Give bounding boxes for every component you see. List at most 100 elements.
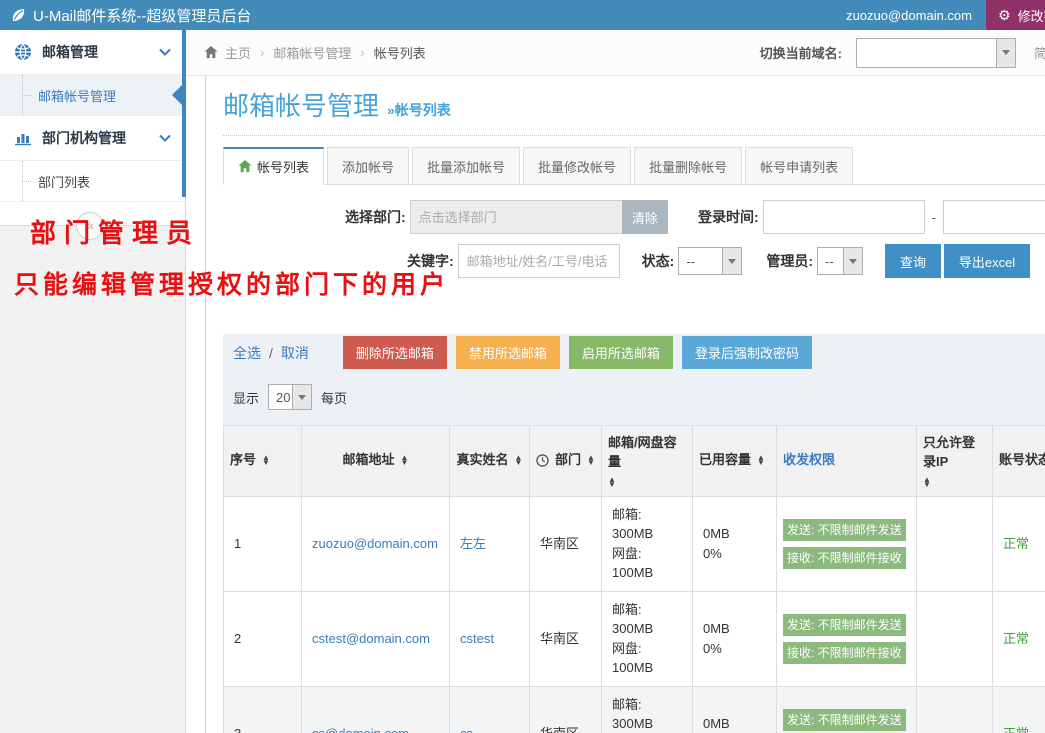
header-content: 邮箱地址▲▼ bbox=[308, 451, 443, 470]
admin-select[interactable]: -- bbox=[817, 247, 863, 275]
sidebar-menu: 邮箱管理邮箱帐号管理部门机构管理部门列表 bbox=[0, 30, 185, 202]
realname-link[interactable]: cstest bbox=[460, 631, 494, 646]
tab-bar: 帐号列表添加帐号批量添加帐号批量修改帐号批量删除帐号帐号申请列表 bbox=[223, 147, 1045, 185]
col-header-账号状态[interactable]: 账号状态 bbox=[993, 426, 1045, 497]
sidebar: 邮箱管理邮箱帐号管理部门机构管理部门列表 « bbox=[0, 30, 186, 733]
header-content: 只允许登录IP▲▼ bbox=[923, 434, 986, 488]
sidebar-group-邮箱管理[interactable]: 邮箱管理 bbox=[0, 30, 185, 75]
bulk-button-禁用所选邮箱[interactable]: 禁用所选邮箱 bbox=[456, 336, 560, 369]
sort-arrows-icon: ▲▼ bbox=[262, 456, 270, 466]
breadcrumb-separator: › bbox=[260, 45, 264, 60]
home-icon bbox=[204, 46, 218, 59]
sort-arrows-icon: ▲▼ bbox=[515, 456, 523, 466]
email-link[interactable]: cs@domain.com bbox=[312, 726, 409, 733]
table-row: 1zuozuo@domain.com左左华南区邮箱: 300MB网盘: 100M… bbox=[224, 496, 1045, 591]
language-selector[interactable]: 简体中文 bbox=[1034, 43, 1045, 62]
tab-添加帐号[interactable]: 添加帐号 bbox=[327, 147, 409, 185]
page-size-row: 显示 20 每页 bbox=[223, 384, 1045, 410]
home-icon bbox=[238, 160, 252, 173]
table-row: 2cstest@domain.comcstest华南区邮箱: 300MB网盘: … bbox=[224, 591, 1045, 686]
topbar: U-Mail邮件系统--超级管理员后台 zuozuo@domain.com ⚙ … bbox=[0, 0, 1045, 30]
export-excel-button[interactable]: 导出excel bbox=[944, 244, 1030, 278]
col-header-邮箱/网盘容量[interactable]: 邮箱/网盘容量▲▼ bbox=[602, 426, 693, 497]
bulk-toolbar: 全选 / 取消 删除所选邮箱禁用所选邮箱启用所选邮箱登录后强制改密码 bbox=[223, 336, 1045, 369]
sidebar-accent-bar bbox=[182, 30, 186, 197]
bar-chart-icon bbox=[14, 130, 32, 146]
quota-line: 邮箱: 300MB bbox=[612, 695, 682, 733]
tab-批量删除帐号[interactable]: 批量删除帐号 bbox=[634, 147, 742, 185]
page-size-value: 20 bbox=[269, 385, 292, 409]
tab-批量修改帐号[interactable]: 批量修改帐号 bbox=[523, 147, 631, 185]
filter-row-1: 选择部门: 清除 登录时间: - bbox=[345, 200, 1045, 234]
clock-icon bbox=[536, 454, 549, 467]
status-cell: 正常 bbox=[993, 591, 1045, 686]
sort-arrows-icon: ▲▼ bbox=[587, 456, 595, 466]
status-cell: 正常 bbox=[993, 496, 1045, 591]
col-header-真实姓名[interactable]: 真实姓名▲▼ bbox=[450, 426, 530, 497]
bulk-button-启用所选邮箱[interactable]: 启用所选邮箱 bbox=[569, 336, 673, 369]
select-all-link[interactable]: 全选 bbox=[233, 343, 261, 363]
col-header-只允许登录IP[interactable]: 只允许登录IP▲▼ bbox=[917, 426, 993, 497]
gear-icon: ⚙ bbox=[998, 8, 1011, 22]
chevron-down-icon bbox=[292, 385, 311, 409]
used-line: 0MB bbox=[703, 619, 766, 639]
leaf-logo-icon bbox=[10, 7, 26, 23]
realname-cell: cs bbox=[450, 686, 530, 733]
col-header-序号[interactable]: 序号▲▼ bbox=[224, 426, 302, 497]
tab-批量添加帐号[interactable]: 批量添加帐号 bbox=[412, 147, 520, 185]
domain-select[interactable] bbox=[856, 38, 1016, 68]
breadcrumb-separator: › bbox=[360, 45, 364, 60]
quota-line: 邮箱: 300MB bbox=[612, 505, 682, 544]
login-time-to-input[interactable] bbox=[943, 200, 1045, 234]
bulk-button-删除所选邮箱[interactable]: 删除所选邮箱 bbox=[343, 336, 447, 369]
email-link[interactable]: cstest@domain.com bbox=[312, 631, 430, 646]
annotation-line2: 只能编辑管理授权的部门下的用户 bbox=[14, 265, 449, 301]
col-header-收发权限[interactable]: 收发权限 bbox=[777, 426, 917, 497]
header-label[interactable]: 收发权限 bbox=[783, 451, 835, 470]
status-value: 正常 bbox=[1003, 536, 1029, 551]
tab-帐号列表[interactable]: 帐号列表 bbox=[223, 147, 324, 185]
sidebar-item-邮箱帐号管理[interactable]: 邮箱帐号管理 bbox=[0, 75, 185, 116]
tab-帐号申请列表[interactable]: 帐号申请列表 bbox=[745, 147, 853, 185]
col-header-部门[interactable]: 部门 ▲▼ bbox=[530, 426, 602, 497]
change-password-button[interactable]: ⚙ 修改密码 bbox=[986, 0, 1045, 30]
search-button[interactable]: 查询 bbox=[885, 244, 941, 278]
breadcrumb-item[interactable]: 帐号列表 bbox=[374, 43, 426, 62]
sidebar-group-label: 邮箱管理 bbox=[42, 42, 98, 62]
col-header-邮箱地址[interactable]: 邮箱地址▲▼ bbox=[302, 426, 450, 497]
col-header-已用容量[interactable]: 已用容量▲▼ bbox=[693, 426, 777, 497]
ip-cell bbox=[917, 591, 993, 686]
user-email[interactable]: zuozuo@domain.com bbox=[846, 8, 972, 23]
login-time-from-input[interactable] bbox=[763, 200, 925, 234]
chevron-down-icon bbox=[843, 248, 862, 274]
tab-label: 批量添加帐号 bbox=[427, 157, 505, 176]
chevron-down-icon bbox=[159, 48, 171, 56]
page-size-select[interactable]: 20 bbox=[268, 384, 312, 410]
header-label: 部门 bbox=[555, 451, 581, 470]
domain-select-value bbox=[857, 39, 996, 67]
keyword-input[interactable] bbox=[458, 244, 620, 278]
realname-link[interactable]: 左左 bbox=[460, 536, 486, 551]
clear-dept-button[interactable]: 清除 bbox=[622, 200, 668, 234]
tab-label: 批量删除帐号 bbox=[649, 157, 727, 176]
quota-cell: 邮箱: 300MB网盘: 100MB bbox=[602, 591, 693, 686]
header-content: 真实姓名▲▼ bbox=[456, 451, 523, 470]
sidebar-item-部门列表[interactable]: 部门列表 bbox=[0, 161, 185, 202]
email-link[interactable]: zuozuo@domain.com bbox=[312, 536, 438, 551]
email-cell: cstest@domain.com bbox=[302, 591, 450, 686]
ip-cell bbox=[917, 496, 993, 591]
login-time-label: 登录时间: bbox=[698, 207, 759, 227]
status-select[interactable]: -- bbox=[678, 247, 742, 275]
used-line: 0MB bbox=[703, 714, 766, 733]
main-panel: 邮箱帐号管理 »帐号列表 帐号列表添加帐号批量添加帐号批量修改帐号批量删除帐号帐… bbox=[205, 76, 1045, 733]
sidebar-group-部门机构管理[interactable]: 部门机构管理 bbox=[0, 116, 185, 161]
ip-cell bbox=[917, 686, 993, 733]
bulk-button-登录后强制改密码[interactable]: 登录后强制改密码 bbox=[682, 336, 812, 369]
used-cell: 0MB0% bbox=[693, 496, 777, 591]
breadcrumb-item[interactable]: 主页 bbox=[225, 43, 251, 62]
header-content: 邮箱/网盘容量▲▼ bbox=[608, 434, 686, 488]
breadcrumb-item[interactable]: 邮箱帐号管理 bbox=[273, 43, 351, 62]
deselect-link[interactable]: 取消 bbox=[281, 343, 309, 363]
dept-filter-input[interactable] bbox=[410, 200, 622, 234]
realname-link[interactable]: cs bbox=[460, 726, 473, 733]
